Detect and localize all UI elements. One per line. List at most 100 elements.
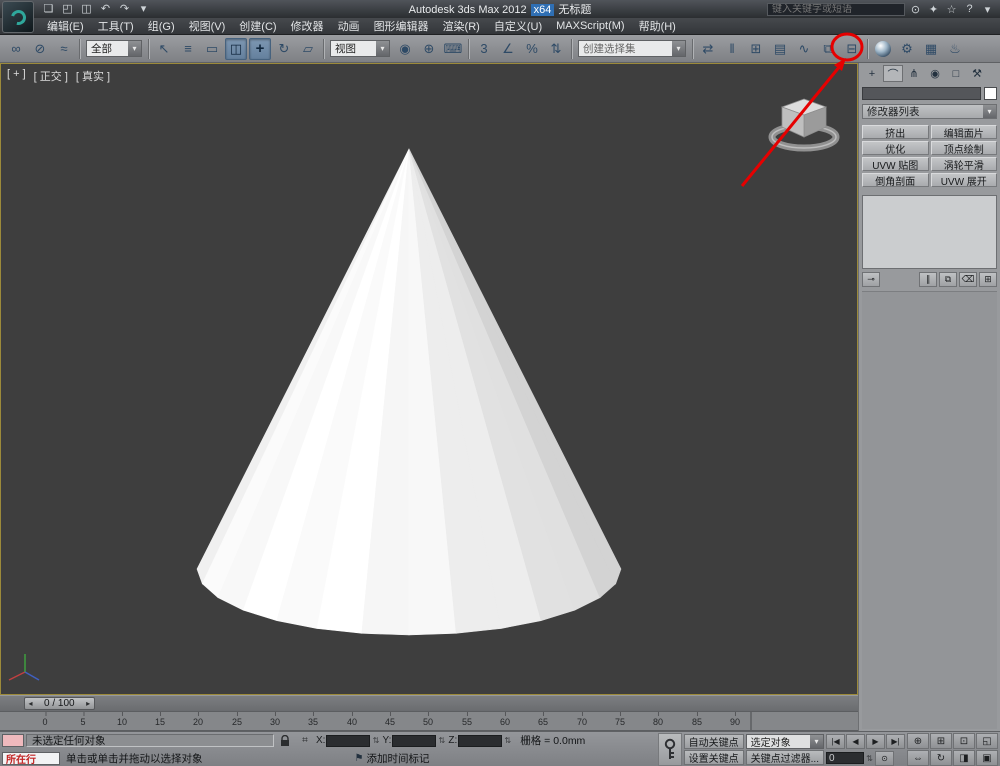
viewport-shading-label[interactable]: [ 真实 ] [76,68,110,84]
infocenter-search-input[interactable] [767,3,905,16]
maximize-viewport-icon[interactable]: ▣ [976,750,998,766]
menu-item-create[interactable]: 创建(C) [232,18,283,34]
z-coordinate-input[interactable] [458,735,502,747]
current-frame-input[interactable] [826,752,864,764]
perspective-viewport[interactable]: [ + ] [ 正交 ] [ 真实 ] [0,63,858,695]
macro-recorder-field[interactable] [2,734,24,747]
menu-item-tools[interactable]: 工具(T) [91,18,141,34]
y-coordinate-input[interactable] [392,735,436,747]
use-pivot-center-icon[interactable]: ◉ [394,38,416,60]
frame-spinner[interactable]: ⇅ [865,754,874,763]
search-icon[interactable]: ⊙ [908,3,923,16]
reference-coordinate-dropdown[interactable]: 视图 ▾ [330,40,390,57]
mirror-icon[interactable]: ⇄ [697,38,719,60]
next-frame-icon[interactable]: ▶| [886,734,905,749]
create-tab-icon[interactable]: + [862,65,882,82]
x-coordinate-input[interactable] [326,735,370,747]
key-filters-button[interactable]: 关键点过滤器... [746,750,824,765]
selection-lock-icon[interactable] [276,733,294,748]
hierarchy-tab-icon[interactable]: ⋔ [904,65,924,82]
modifier-button-vertex-paint[interactable]: 顶点绘制 [931,141,998,155]
render-setup-icon[interactable]: ⚙ [896,38,918,60]
zoom-icon[interactable]: ⊕ [907,733,929,749]
track-bar[interactable]: 0 5 10 15 20 25 30 35 40 45 50 55 60 65 … [0,711,858,731]
selected-object-dropdown[interactable]: 选定对象 ▾ [746,734,824,749]
ribbon-toggle-icon[interactable]: ▤ [769,38,791,60]
cone-object[interactable] [1,64,857,694]
bind-space-warp-icon[interactable]: ≈ [53,38,75,60]
select-rotate-icon[interactable]: ↻ [273,38,295,60]
y-spinner[interactable]: ⇅ [437,736,446,745]
auto-key-button[interactable]: 自动关键点 [684,734,744,749]
remove-modifier-icon[interactable]: ⌫ [959,272,977,287]
modify-tab-icon[interactable]: ⌒ [883,65,903,82]
object-name-input[interactable] [862,87,981,100]
utilities-tab-icon[interactable]: ⚒ [967,65,987,82]
new-file-icon[interactable]: ❏ [40,2,57,17]
key-mode-toggle-icon[interactable]: ⊙ [875,751,894,766]
z-spinner[interactable]: ⇅ [503,736,512,745]
menu-item-customize[interactable]: 自定义(U) [487,18,549,34]
show-end-result-icon[interactable]: ∥ [919,272,937,287]
menu-item-rendering[interactable]: 渲染(R) [436,18,487,34]
save-file-icon[interactable]: ◫ [78,2,95,17]
render-production-icon[interactable]: ♨ [944,38,966,60]
modifier-button-extrude[interactable]: 挤出 [862,125,929,139]
select-by-name-icon[interactable]: ≡ [177,38,199,60]
keyboard-override-icon[interactable]: ⌨ [442,38,464,60]
add-time-tag[interactable]: ⚑ 添加时间标记 [355,751,430,766]
select-object-icon[interactable]: ↖ [153,38,175,60]
previous-frame-icon[interactable]: ◀ [846,734,865,749]
open-file-icon[interactable]: ◰ [59,2,76,17]
configure-modifier-sets-icon[interactable]: ⊞ [979,272,997,287]
layer-manager-icon[interactable]: ⊞ [745,38,767,60]
favorites-icon[interactable]: ☆ [944,3,959,16]
redo-icon[interactable]: ↷ [116,2,133,17]
workspace-dropdown-icon[interactable]: ▾ [135,2,152,17]
angle-snap-icon[interactable]: ∠ [497,38,519,60]
menu-item-animation[interactable]: 动画 [331,18,367,34]
zoom-extents-icon[interactable]: ⊡ [953,733,975,749]
snap-3d-icon[interactable]: 3 [473,38,495,60]
viewport-view-label[interactable]: [ 正交 ] [34,68,68,84]
modifier-button-optimize[interactable]: 优化 [862,141,929,155]
previous-frame-arrow-icon[interactable]: ◂ [25,699,36,708]
object-color-swatch[interactable] [984,87,997,100]
view-cube[interactable] [759,82,849,154]
play-animation-icon[interactable]: ▶ [866,734,885,749]
viewport-menu-plus[interactable]: [ + ] [7,68,26,84]
maxscript-mini-listener[interactable]: 所在行 [2,752,60,765]
motion-tab-icon[interactable]: ◉ [925,65,945,82]
scene-explorer-icon[interactable]: ⊟ [841,38,863,60]
zoom-all-icon[interactable]: ⊞ [930,733,952,749]
modifier-button-uvw-map[interactable]: UVW 贴图 [862,157,929,171]
help-icon[interactable]: ? [962,3,977,15]
menu-item-views[interactable]: 视图(V) [182,18,233,34]
application-menu-button[interactable] [2,1,34,33]
menu-item-group[interactable]: 组(G) [141,18,182,34]
set-keys-button[interactable] [658,733,682,766]
unlink-icon[interactable]: ⊘ [29,38,51,60]
modifier-button-turbosmooth[interactable]: 涡轮平滑 [931,157,998,171]
modifier-button-bevel-profile[interactable]: 倒角剖面 [862,173,929,187]
infocenter-menu-icon[interactable]: ▾ [980,3,995,16]
link-icon[interactable]: ∞ [5,38,27,60]
time-slider-handle[interactable]: ◂ 0 / 100 ▸ [24,697,95,710]
schematic-view-icon[interactable]: ⧉ [817,38,839,60]
go-to-start-icon[interactable]: |◀ [826,734,845,749]
modifier-button-unwrap-uvw[interactable]: UVW 展开 [931,173,998,187]
fov-icon[interactable]: ◨ [953,750,975,766]
spinner-snap-icon[interactable]: ⇅ [545,38,567,60]
time-slider[interactable]: ◂ 0 / 100 ▸ [0,695,858,711]
menu-item-edit[interactable]: 编辑(E) [40,18,91,34]
material-editor-icon[interactable] [872,38,894,60]
rendered-frame-icon[interactable]: ▦ [920,38,942,60]
pin-stack-icon[interactable]: ⊸ [862,272,880,287]
menu-item-help[interactable]: 帮助(H) [632,18,683,34]
modifier-stack-list[interactable] [862,195,997,269]
subscription-icon[interactable]: ✦ [926,3,941,16]
next-frame-arrow-icon[interactable]: ▸ [83,699,94,708]
selection-filter-dropdown[interactable]: 全部 ▾ [86,40,142,57]
align-icon[interactable]: ‖ [721,38,743,60]
percent-snap-icon[interactable]: % [521,38,543,60]
